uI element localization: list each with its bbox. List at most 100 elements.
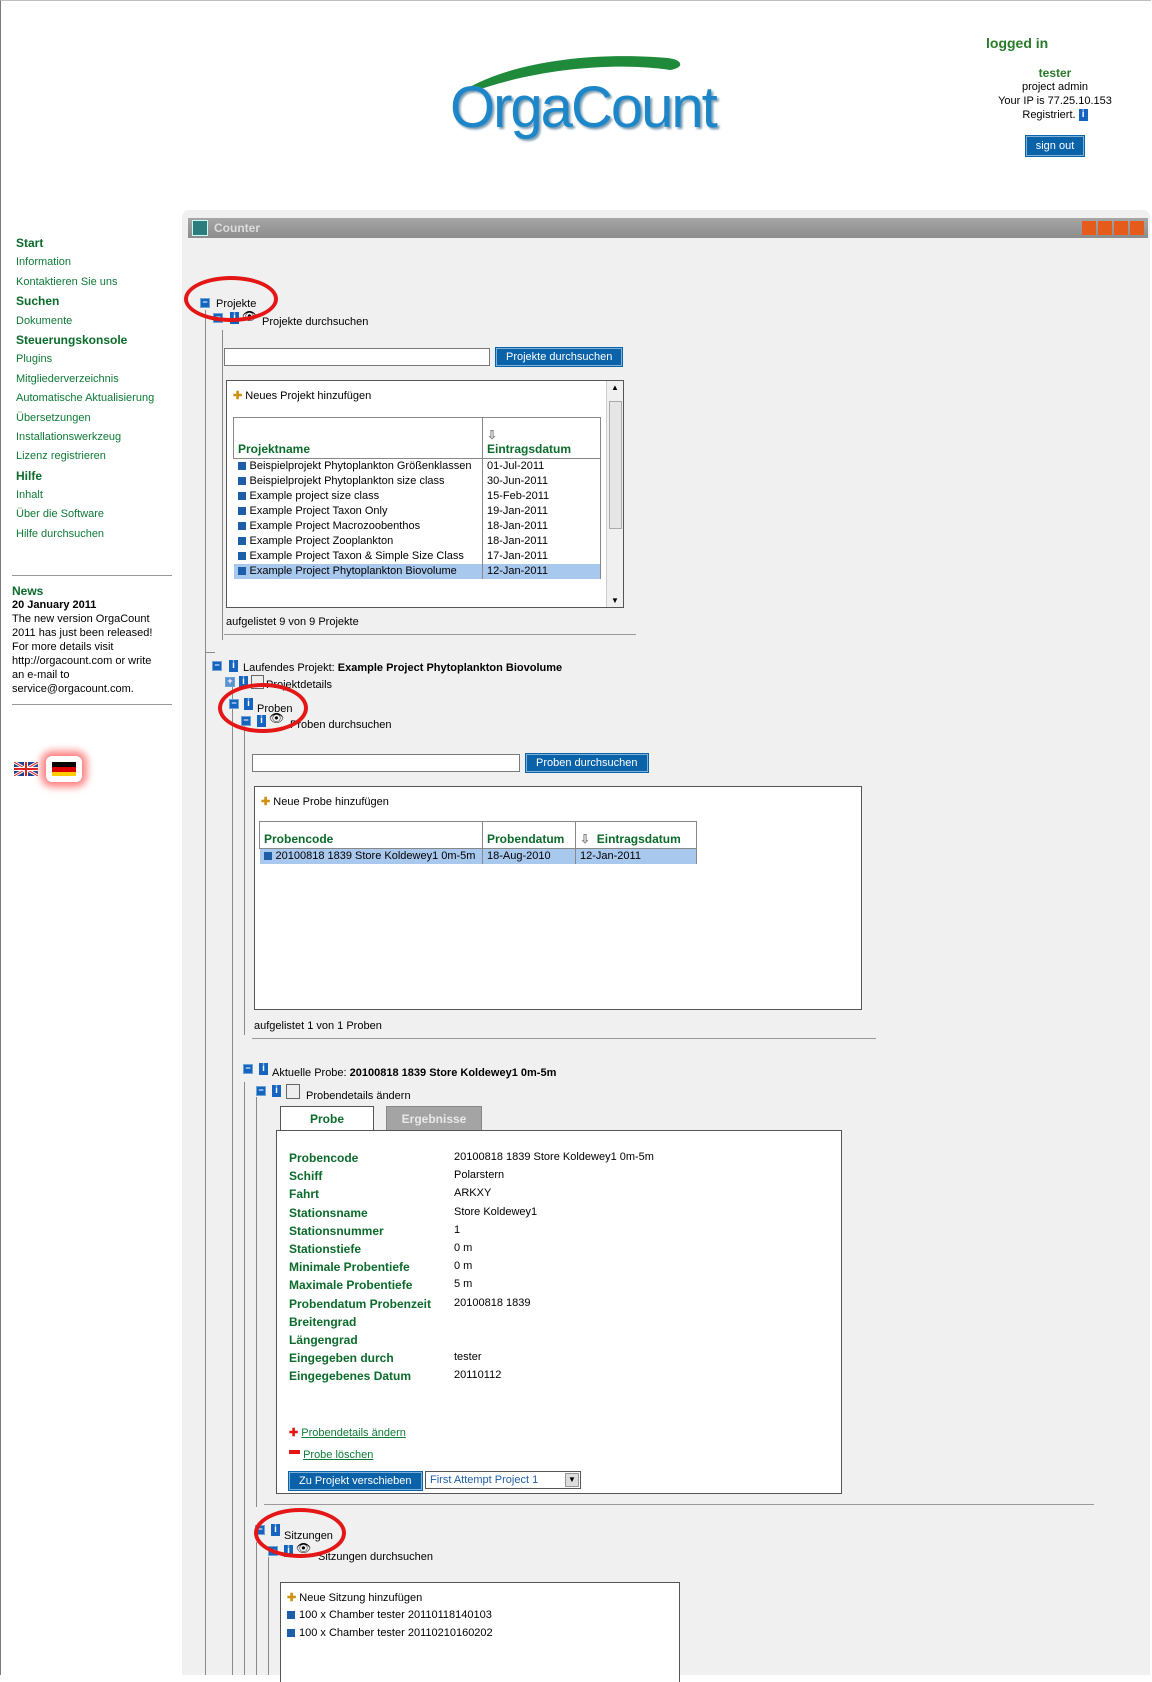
add-sample-link[interactable]: ✚ Neue Probe hinzufügen xyxy=(261,795,389,808)
news-box: News 20 January 2011 The new version Org… xyxy=(12,575,172,705)
samples-search-label: Proben durchsuchen xyxy=(290,719,392,731)
nav-item-mitgliederverzeichnis[interactable]: Mitgliederverzeichnis xyxy=(16,370,176,389)
projects-count: aufgelistet 9 von 9 Projekte xyxy=(226,616,359,628)
table-row[interactable]: Example Project Macrozoobenthos 18-Jan-20… xyxy=(233,519,601,534)
table-row[interactable]: Beispielprojekt Phytoplankton Größenklas… xyxy=(233,458,601,474)
edit-sample-details-link[interactable]: ✚ Probendetails ändern xyxy=(289,1426,406,1439)
minimize-icon[interactable] xyxy=(1082,221,1096,235)
samples-search-input[interactable] xyxy=(252,754,520,772)
nav-item-über-die-software[interactable]: Über die Software xyxy=(16,505,176,524)
scroll-up-icon[interactable]: ▲ xyxy=(611,383,619,392)
news-text: For more details visit xyxy=(12,641,114,653)
nav-item-dokumente[interactable]: Dokumente xyxy=(16,312,176,331)
nav-item-lizenz-registrieren[interactable]: Lizenz registrieren xyxy=(16,447,176,466)
move-project-select[interactable]: First Attempt Project 1 ▼ xyxy=(425,1471,581,1489)
nav-item-start[interactable]: Start xyxy=(16,234,176,253)
info-icon[interactable]: i xyxy=(229,660,238,672)
row-icon xyxy=(263,852,272,860)
projects-scrollbar[interactable]: ▲ ▼ xyxy=(606,381,623,607)
info-icon[interactable]: i xyxy=(259,1063,268,1075)
sample-details-collapse-toggle[interactable]: − xyxy=(256,1086,266,1096)
nav-item-übersetzungen[interactable]: Übersetzungen xyxy=(16,409,176,428)
edit-icon: ✚ xyxy=(289,1427,299,1439)
nav-item-suchen[interactable]: Suchen xyxy=(16,292,176,311)
current-project-toggle[interactable]: − xyxy=(212,661,222,671)
add-session-link[interactable]: ✚ Neue Sitzung hinzufügen xyxy=(287,1591,422,1604)
sample-details-panel: ✚ Probendetails ändern Probe löschen Zu … xyxy=(276,1130,842,1494)
scroll-thumb[interactable] xyxy=(609,401,622,529)
table-row[interactable]: Example Project Taxon & Simple Size Clas… xyxy=(233,549,601,564)
move-to-project-button[interactable]: Zu Projekt verschieben xyxy=(289,1472,422,1490)
table-row[interactable]: Example Project Taxon Only 19-Jan-2011 xyxy=(233,504,601,519)
column-eintragsdatum[interactable]: ⇩ Eintragsdatum xyxy=(575,821,697,849)
row-icon xyxy=(237,462,246,470)
detail-value: 20100818 1839 xyxy=(454,1296,531,1309)
add-project-link[interactable]: ✚ Neues Projekt hinzufügen xyxy=(233,389,371,402)
uk-flag-icon[interactable] xyxy=(13,760,39,778)
row-icon xyxy=(237,477,246,485)
delete-sample-link[interactable]: Probe löschen xyxy=(289,1449,373,1461)
nav-item-installationswerkzeug[interactable]: Installationswerkzeug xyxy=(16,428,176,447)
projects-search-input[interactable] xyxy=(224,348,490,366)
divider xyxy=(252,1038,876,1039)
logo-text: OrgaCount xyxy=(450,75,718,140)
project-date-cell: 19-Jan-2011 xyxy=(482,504,601,519)
annotation-circle xyxy=(218,683,308,733)
info-icon[interactable]: i xyxy=(1078,109,1088,122)
chevron-down-icon[interactable]: ▼ xyxy=(565,1473,579,1487)
projects-search-button[interactable]: Projekte durchsuchen xyxy=(496,348,623,366)
table-row[interactable]: Example Project Zooplankton 18-Jan-2011 xyxy=(233,534,601,549)
tab-probe[interactable]: Probe xyxy=(280,1106,374,1133)
plus-icon: ✚ xyxy=(261,796,271,808)
divider xyxy=(264,1504,1094,1505)
sign-out-button[interactable]: sign out xyxy=(1025,136,1085,156)
news-date: 20 January 2011 xyxy=(12,599,97,611)
list-item[interactable]: 100 x Chamber tester 20110118140103 xyxy=(287,1609,492,1621)
document-icon xyxy=(286,1084,300,1099)
maximize-icon[interactable] xyxy=(1098,221,1112,235)
project-name-cell: Beispielprojekt Phytoplankton Größenklas… xyxy=(233,458,483,474)
table-row[interactable]: Example project size class 15-Feb-2011 xyxy=(233,489,601,504)
detail-label: Minimale Probentiefe xyxy=(289,1260,410,1275)
restore-icon[interactable] xyxy=(1114,221,1128,235)
detail-label: Eingegebenes Datum xyxy=(289,1369,412,1384)
detail-value: tester xyxy=(454,1351,482,1364)
table-row[interactable]: Beispielprojekt Phytoplankton size class… xyxy=(233,474,601,489)
project-details-expand-toggle[interactable]: + xyxy=(225,677,235,687)
close-icon[interactable] xyxy=(1130,221,1144,235)
german-flag-icon[interactable] xyxy=(46,756,82,782)
column-probendatum[interactable]: Probendatum xyxy=(482,821,576,849)
row-icon xyxy=(237,537,246,545)
column-projektname[interactable]: Projektname xyxy=(233,417,483,459)
column-probencode[interactable]: Probencode xyxy=(259,821,483,849)
project-date-cell: 17-Jan-2011 xyxy=(482,549,601,564)
counter-icon xyxy=(192,220,208,236)
divider xyxy=(224,634,636,635)
samples-search-button[interactable]: Proben durchsuchen xyxy=(526,754,648,772)
nav-item-steuerungskonsole[interactable]: Steuerungskonsole xyxy=(16,331,176,350)
nav-item-hilfe[interactable]: Hilfe xyxy=(16,467,176,486)
nav-item-kontaktieren-sie-uns[interactable]: Kontaktieren Sie uns xyxy=(16,273,176,292)
nav-item-inhalt[interactable]: Inhalt xyxy=(16,486,176,505)
table-row[interactable]: Example Project Phytoplankton Biovolume 1… xyxy=(233,564,601,579)
column-eintragsdatum[interactable]: ⇩ Eintragsdatum xyxy=(482,417,601,459)
nav-item-plugins[interactable]: Plugins xyxy=(16,350,176,369)
tab-ergebnisse[interactable]: Ergebnisse xyxy=(386,1106,482,1132)
project-name-cell: Example Project Taxon Only xyxy=(233,504,483,519)
nav-item-hilfe-durchsuchen[interactable]: Hilfe durchsuchen xyxy=(16,525,176,544)
project-name-cell: Example Project Zooplankton xyxy=(233,534,483,549)
news-heading: News xyxy=(12,584,44,598)
panel-title: Counter xyxy=(214,221,260,235)
news-text: an e-mail to xyxy=(12,669,70,681)
current-sample-toggle[interactable]: − xyxy=(243,1064,253,1074)
nav-item-automatische-aktualisierung[interactable]: Automatische Aktualisierung xyxy=(16,389,176,408)
current-sample-title: Aktuelle Probe: 20100818 1839 Store Kold… xyxy=(272,1067,557,1079)
info-icon[interactable]: i xyxy=(272,1085,281,1097)
table-row[interactable]: 20100818 1839 Store Koldewey1 0m-5m 18-A… xyxy=(259,848,697,864)
detail-value: 20110112 xyxy=(454,1369,502,1382)
nav-item-information[interactable]: Information xyxy=(16,253,176,272)
scroll-down-icon[interactable]: ▼ xyxy=(611,596,619,605)
project-date-cell: 30-Jun-2011 xyxy=(482,474,601,489)
project-date-cell: 18-Jan-2011 xyxy=(482,534,601,549)
list-item[interactable]: 100 x Chamber tester 20110210160202 xyxy=(287,1627,493,1639)
